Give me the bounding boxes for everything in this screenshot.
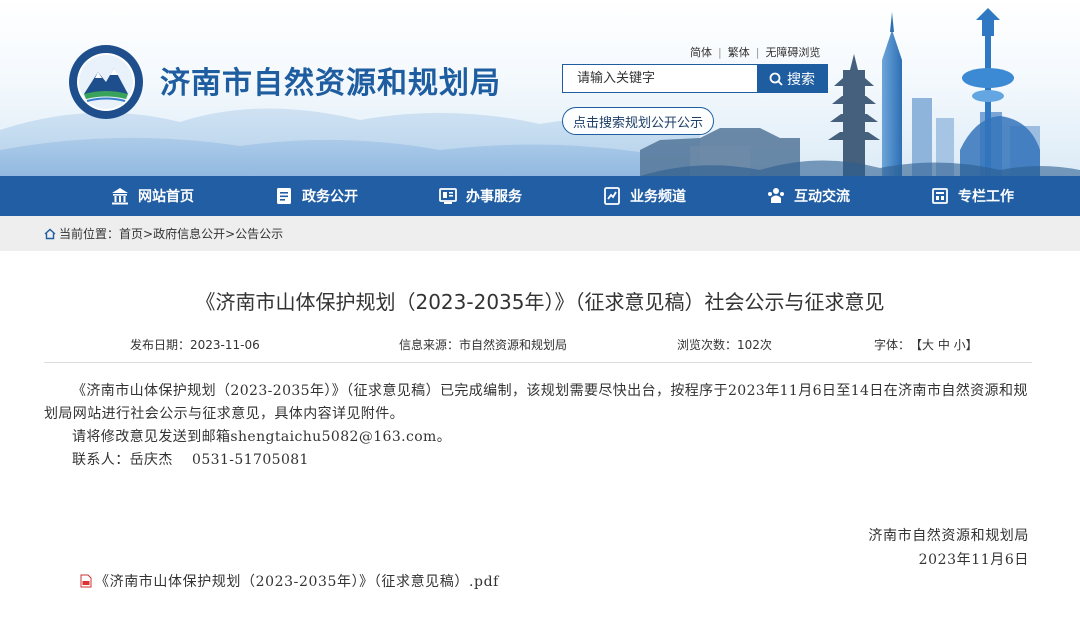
simplified-chinese-link[interactable]: 简体 (690, 46, 712, 59)
breadcrumb: 当前位置： 首页 > 政府信息公开 > 公告公示 (0, 216, 1080, 251)
home-icon (44, 228, 56, 239)
nav-label: 网站首页 (138, 189, 194, 205)
nav-item-interaction[interactable]: 互动交流 (726, 176, 890, 216)
people-icon (768, 188, 784, 203)
search-box: 搜索 (562, 64, 828, 93)
font-size-label: 字体： (874, 338, 911, 352)
nav-item-services[interactable]: 办事服务 (398, 176, 562, 216)
article-meta: 发布日期：2023-11-06 信息来源：市自然资源和规划局 浏览次数：102次… (44, 336, 1032, 360)
nav-label: 办事服务 (466, 189, 522, 205)
breadcrumb-home[interactable]: 首页 (119, 225, 143, 242)
signature-date: 2023年11月6日 (918, 552, 1029, 568)
building-icon (112, 188, 128, 205)
search-button[interactable]: 搜索 (757, 65, 827, 92)
channel-icon (604, 187, 620, 205)
breadcrumb-prefix: 当前位置： (59, 227, 120, 241)
signature-org: 济南市自然资源和规划局 (868, 528, 1029, 544)
article-signature: 济南市自然资源和规划局 2023年11月6日 (44, 524, 1029, 572)
bureau-logo (69, 45, 143, 119)
column-icon (932, 188, 948, 204)
search-button-label: 搜索 (787, 71, 815, 88)
view-count: 浏览次数：102次 (677, 338, 772, 352)
traditional-chinese-link[interactable]: 繁体 (728, 46, 750, 59)
breadcrumb-info-disclosure[interactable]: 政府信息公开 (153, 225, 225, 242)
link-separator: | (718, 46, 722, 59)
article-title: 《济南市山体保护规划（2023-2035年）》（征求意见稿）社会公示与征求意见 (195, 290, 885, 314)
document-icon (277, 188, 291, 204)
attachment-filename: 《济南市山体保护规划（2023-2035年）》（征求意见稿）.pdf (95, 574, 499, 590)
search-icon (769, 72, 783, 86)
body-paragraph: 请将修改意见发送到邮箱shengtaichu5082@163.com。 (72, 429, 452, 445)
link-separator: | (755, 46, 760, 59)
planning-search-link[interactable]: 点击搜索规划公开公示 (562, 107, 714, 135)
body-paragraph: 《济南市山体保护规划（2023-2035年）》（征求意见稿）已完成编制，该规划需… (44, 383, 1028, 422)
nav-label: 政务公开 (302, 189, 358, 205)
nav-item-government-affairs[interactable]: 政务公开 (234, 176, 398, 216)
accessibility-link[interactable]: 无障碍浏览 (765, 46, 820, 59)
site-title: 济南市自然资源和规划局 (160, 66, 501, 101)
breadcrumb-separator: > (225, 226, 236, 241)
attachment-link[interactable]: 《济南市山体保护规划（2023-2035年）》（征求意见稿）.pdf (80, 571, 499, 591)
search-input[interactable] (563, 65, 759, 92)
nav-item-special-columns[interactable]: 专栏工作 (890, 176, 1054, 216)
info-source: 信息来源：市自然资源和规划局 (399, 338, 568, 352)
publish-date: 发布日期：2023-11-06 (130, 338, 260, 352)
nav-label: 业务频道 (630, 189, 686, 205)
nav-label: 互动交流 (794, 189, 850, 205)
meta-divider (44, 362, 1032, 363)
body-paragraph: 联系人：岳庆杰 0531-51705081 (72, 452, 309, 468)
nav-label: 专栏工作 (958, 189, 1014, 205)
pdf-file-icon (80, 574, 92, 588)
article-body: 《济南市山体保护规划（2023-2035年）》（征求意见稿）已完成编制，该规划需… (44, 380, 1032, 472)
main-nav: 网站首页 政务公开 办事服务 业务频道 互动交流 专栏工作 (0, 176, 1080, 216)
breadcrumb-separator: > (143, 226, 154, 241)
header-banner: 济南市自然资源和规划局 简体 | 繁体 | 无障碍浏览 搜索 点击搜索规划公开公示 (0, 0, 1080, 176)
breadcrumb-announcements[interactable]: 公告公示 (235, 225, 283, 242)
font-size-controls[interactable]: 【大 中 小】 (910, 336, 978, 353)
nav-item-business-channel[interactable]: 业务频道 (562, 176, 726, 216)
service-window-icon (439, 188, 457, 204)
nav-item-home[interactable]: 网站首页 (70, 176, 234, 216)
language-links: 简体 | 繁体 | 无障碍浏览 (690, 44, 820, 60)
